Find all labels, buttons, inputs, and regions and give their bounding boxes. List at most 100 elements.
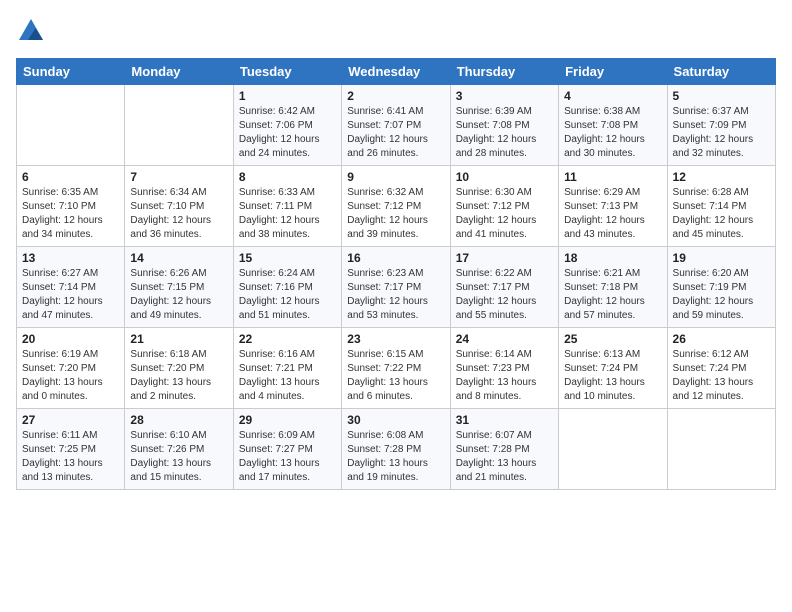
day-number: 20 — [22, 332, 119, 346]
calendar-header-row: SundayMondayTuesdayWednesdayThursdayFrid… — [17, 59, 776, 85]
cell-details: Sunrise: 6:08 AMSunset: 7:28 PMDaylight:… — [347, 430, 428, 483]
day-number: 24 — [456, 332, 553, 346]
cell-details: Sunrise: 6:15 AMSunset: 7:22 PMDaylight:… — [347, 349, 428, 402]
calendar-week-row: 27Sunrise: 6:11 AMSunset: 7:25 PMDayligh… — [17, 409, 776, 490]
day-number: 6 — [22, 170, 119, 184]
cell-details: Sunrise: 6:32 AMSunset: 7:12 PMDaylight:… — [347, 187, 428, 240]
calendar-cell: 12 Sunrise: 6:28 AMSunset: 7:14 PMDayligh… — [667, 166, 775, 247]
cell-details: Sunrise: 6:20 AMSunset: 7:19 PMDaylight:… — [673, 268, 754, 321]
cell-details: Sunrise: 6:13 AMSunset: 7:24 PMDaylight:… — [564, 349, 645, 402]
day-number: 18 — [564, 251, 661, 265]
cell-details: Sunrise: 6:28 AMSunset: 7:14 PMDaylight:… — [673, 187, 754, 240]
calendar-cell: 17Sunrise: 6:22 AMSunset: 7:17 PMDayligh… — [450, 247, 558, 328]
weekday-header: Monday — [125, 59, 233, 85]
calendar-cell: 19 Sunrise: 6:20 AMSunset: 7:19 PMDayligh… — [667, 247, 775, 328]
calendar-cell: 9 Sunrise: 6:32 AMSunset: 7:12 PMDaylight… — [342, 166, 450, 247]
day-number: 12 — [673, 170, 770, 184]
calendar-cell: 1 Sunrise: 6:42 AMSunset: 7:06 PMDaylight… — [233, 85, 341, 166]
logo-icon — [16, 16, 46, 46]
calendar-cell: 6 Sunrise: 6:35 AMSunset: 7:10 PMDaylight… — [17, 166, 125, 247]
day-number: 26 — [673, 332, 770, 346]
calendar-cell — [559, 409, 667, 490]
day-number: 27 — [22, 413, 119, 427]
calendar-cell: 23 Sunrise: 6:15 AMSunset: 7:22 PMDayligh… — [342, 328, 450, 409]
calendar-cell — [667, 409, 775, 490]
day-number: 25 — [564, 332, 661, 346]
cell-details: Sunrise: 6:27 AMSunset: 7:14 PMDaylight:… — [22, 268, 103, 321]
day-number: 4 — [564, 89, 661, 103]
cell-details: Sunrise: 6:18 AMSunset: 7:20 PMDaylight:… — [130, 349, 211, 402]
cell-details: Sunrise: 6:21 AMSunset: 7:18 PMDaylight:… — [564, 268, 645, 321]
calendar-cell: 11 Sunrise: 6:29 AMSunset: 7:13 PMDayligh… — [559, 166, 667, 247]
calendar-cell: 30 Sunrise: 6:08 AMSunset: 7:28 PMDayligh… — [342, 409, 450, 490]
calendar-cell: 21 Sunrise: 6:18 AMSunset: 7:20 PMDayligh… — [125, 328, 233, 409]
day-number: 10 — [456, 170, 553, 184]
day-number: 11 — [564, 170, 661, 184]
calendar-cell: 22Sunrise: 6:16 AMSunset: 7:21 PMDayligh… — [233, 328, 341, 409]
day-number: 29 — [239, 413, 336, 427]
day-number: 15 — [239, 251, 336, 265]
day-number: 7 — [130, 170, 227, 184]
calendar-week-row: 1 Sunrise: 6:42 AMSunset: 7:06 PMDaylight… — [17, 85, 776, 166]
day-number: 28 — [130, 413, 227, 427]
day-number: 13 — [22, 251, 119, 265]
cell-details: Sunrise: 6:30 AMSunset: 7:12 PMDaylight:… — [456, 187, 537, 240]
calendar-week-row: 13 Sunrise: 6:27 AMSunset: 7:14 PMDayligh… — [17, 247, 776, 328]
calendar-cell — [17, 85, 125, 166]
calendar-cell: 15 Sunrise: 6:24 AMSunset: 7:16 PMDayligh… — [233, 247, 341, 328]
cell-details: Sunrise: 6:22 AMSunset: 7:17 PMDaylight:… — [456, 268, 537, 321]
cell-details: Sunrise: 6:24 AMSunset: 7:16 PMDaylight:… — [239, 268, 320, 321]
weekday-header: Friday — [559, 59, 667, 85]
calendar-cell: 16 Sunrise: 6:23 AMSunset: 7:17 PMDayligh… — [342, 247, 450, 328]
calendar-cell: 10 Sunrise: 6:30 AMSunset: 7:12 PMDayligh… — [450, 166, 558, 247]
cell-details: Sunrise: 6:26 AMSunset: 7:15 PMDaylight:… — [130, 268, 211, 321]
calendar-cell: 29 Sunrise: 6:09 AMSunset: 7:27 PMDayligh… — [233, 409, 341, 490]
day-number: 2 — [347, 89, 444, 103]
day-number: 31 — [456, 413, 553, 427]
calendar-cell: 25 Sunrise: 6:13 AMSunset: 7:24 PMDayligh… — [559, 328, 667, 409]
day-number: 23 — [347, 332, 444, 346]
calendar-cell: 5Sunrise: 6:37 AMSunset: 7:09 PMDaylight… — [667, 85, 775, 166]
calendar-cell: 7 Sunrise: 6:34 AMSunset: 7:10 PMDaylight… — [125, 166, 233, 247]
cell-details: Sunrise: 6:35 AMSunset: 7:10 PMDaylight:… — [22, 187, 103, 240]
logo — [16, 16, 50, 46]
calendar-cell: 20Sunrise: 6:19 AMSunset: 7:20 PMDayligh… — [17, 328, 125, 409]
day-number: 19 — [673, 251, 770, 265]
cell-details: Sunrise: 6:42 AMSunset: 7:06 PMDaylight:… — [239, 106, 320, 159]
day-number: 30 — [347, 413, 444, 427]
calendar-cell: 13 Sunrise: 6:27 AMSunset: 7:14 PMDayligh… — [17, 247, 125, 328]
day-number: 16 — [347, 251, 444, 265]
calendar-cell: 18 Sunrise: 6:21 AMSunset: 7:18 PMDayligh… — [559, 247, 667, 328]
calendar-week-row: 20Sunrise: 6:19 AMSunset: 7:20 PMDayligh… — [17, 328, 776, 409]
calendar-cell: 28 Sunrise: 6:10 AMSunset: 7:26 PMDayligh… — [125, 409, 233, 490]
weekday-header: Saturday — [667, 59, 775, 85]
cell-details: Sunrise: 6:29 AMSunset: 7:13 PMDaylight:… — [564, 187, 645, 240]
day-number: 9 — [347, 170, 444, 184]
cell-details: Sunrise: 6:34 AMSunset: 7:10 PMDaylight:… — [130, 187, 211, 240]
day-number: 5 — [673, 89, 770, 103]
day-number: 14 — [130, 251, 227, 265]
cell-details: Sunrise: 6:41 AMSunset: 7:07 PMDaylight:… — [347, 106, 428, 159]
day-number: 8 — [239, 170, 336, 184]
cell-details: Sunrise: 6:09 AMSunset: 7:27 PMDaylight:… — [239, 430, 320, 483]
cell-details: Sunrise: 6:10 AMSunset: 7:26 PMDaylight:… — [130, 430, 211, 483]
cell-details: Sunrise: 6:12 AMSunset: 7:24 PMDaylight:… — [673, 349, 754, 402]
day-number: 22 — [239, 332, 336, 346]
calendar-week-row: 6 Sunrise: 6:35 AMSunset: 7:10 PMDaylight… — [17, 166, 776, 247]
weekday-header: Thursday — [450, 59, 558, 85]
page-container: SundayMondayTuesdayWednesdayThursdayFrid… — [0, 0, 792, 498]
cell-details: Sunrise: 6:33 AMSunset: 7:11 PMDaylight:… — [239, 187, 320, 240]
weekday-header: Wednesday — [342, 59, 450, 85]
day-number: 21 — [130, 332, 227, 346]
day-number: 1 — [239, 89, 336, 103]
calendar-cell: 27Sunrise: 6:11 AMSunset: 7:25 PMDayligh… — [17, 409, 125, 490]
day-number: 3 — [456, 89, 553, 103]
calendar-cell: 31Sunrise: 6:07 AMSunset: 7:28 PMDayligh… — [450, 409, 558, 490]
calendar-cell: 8 Sunrise: 6:33 AMSunset: 7:11 PMDaylight… — [233, 166, 341, 247]
weekday-header: Tuesday — [233, 59, 341, 85]
weekday-header: Sunday — [17, 59, 125, 85]
cell-details: Sunrise: 6:23 AMSunset: 7:17 PMDaylight:… — [347, 268, 428, 321]
calendar-cell — [125, 85, 233, 166]
header — [16, 16, 776, 46]
calendar-table: SundayMondayTuesdayWednesdayThursdayFrid… — [16, 58, 776, 490]
